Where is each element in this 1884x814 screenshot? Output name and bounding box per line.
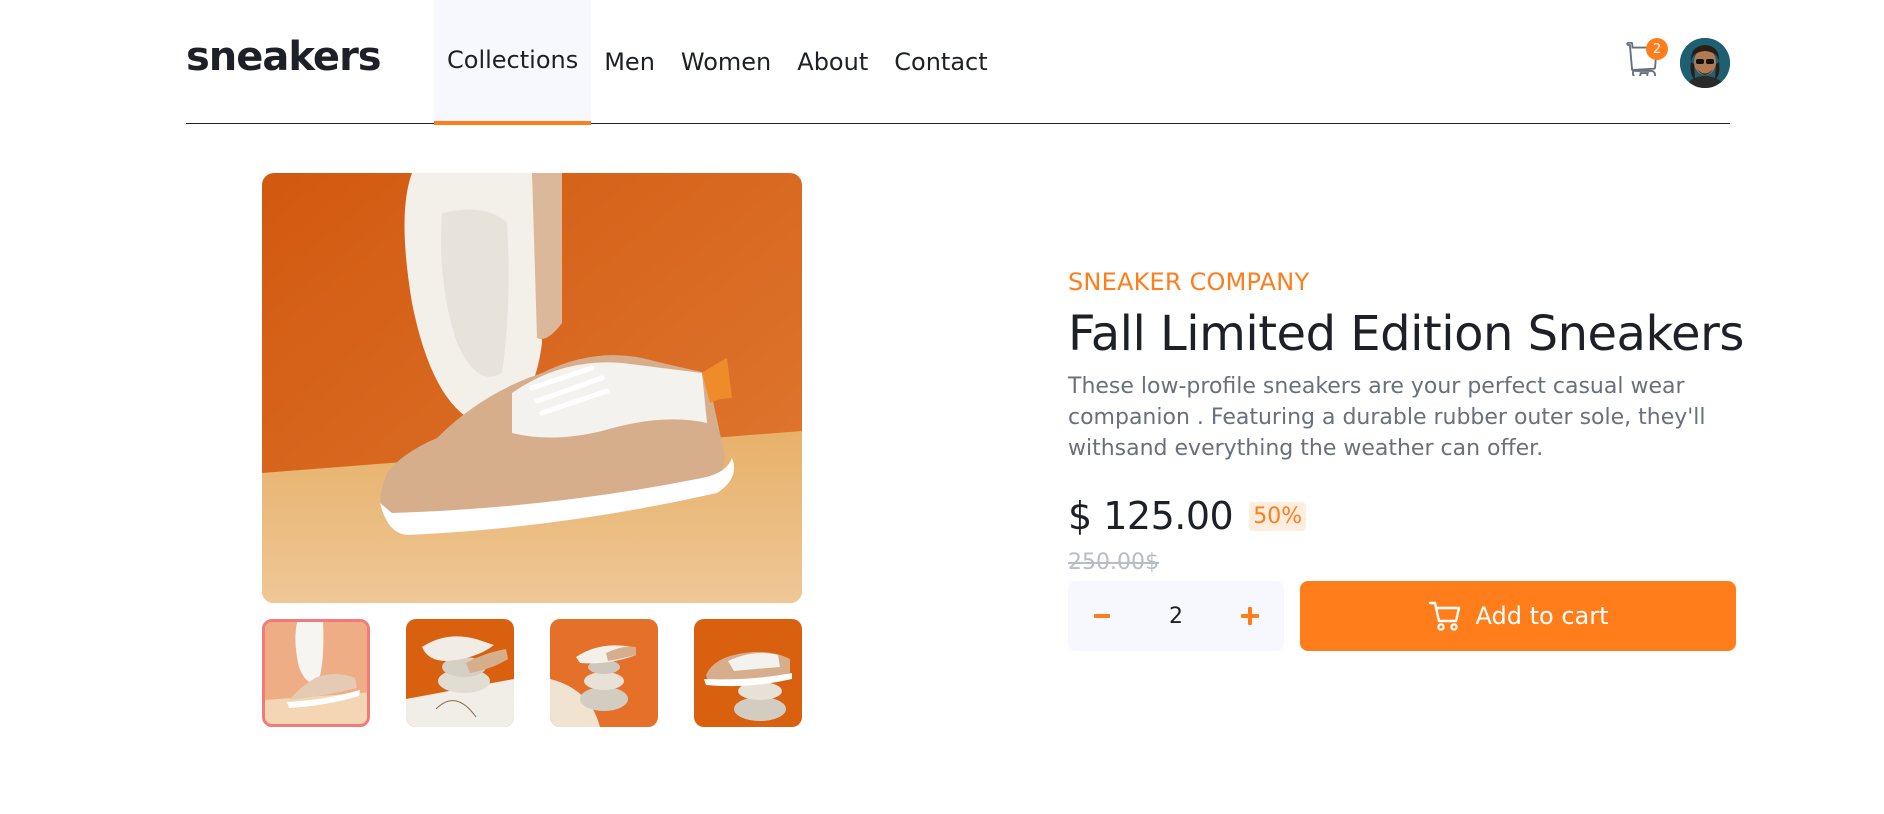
sneaker-photo [262,173,802,603]
quantity-value: 2 [1169,603,1183,629]
main-product-image[interactable] [262,173,802,603]
minus-icon [1094,613,1110,618]
logo[interactable]: sneakers [186,34,382,80]
nav-item-women[interactable]: Women [668,0,784,124]
main-nav: Collections Men Women About Contact [434,0,1001,125]
add-to-cart-button[interactable]: Add to cart [1300,581,1736,651]
thumbnail-image [265,622,367,724]
company-name: SNEAKER COMPANY [1068,268,1310,296]
thumbnail-2[interactable] [406,619,514,727]
increase-quantity-button[interactable] [1238,604,1262,628]
thumbnail-image [406,619,514,727]
site-header: sneakers Collections Men Women About Con… [186,0,1730,125]
user-avatar-image [1680,38,1730,88]
nav-item-men[interactable]: Men [591,0,668,124]
thumbnail-4[interactable] [694,619,802,727]
thumbnail-image [694,619,802,727]
quantity-stepper: 2 [1068,581,1284,651]
original-price: 250.00$ [1068,550,1159,575]
thumbnail-strip [262,619,802,727]
thumbnail-3[interactable] [550,619,658,727]
product-title: Fall Limited Edition Sneakers [1068,306,1744,362]
product-description: These low-profile sneakers are your perf… [1068,373,1706,461]
current-price: $ 125.00 [1068,494,1234,538]
plus-icon [1241,607,1259,625]
nav-item-contact[interactable]: Contact [881,0,1000,124]
nav-item-label: Men [604,48,655,76]
nav-item-label: Collections [447,46,579,74]
thumbnail-1[interactable] [262,619,370,727]
nav-item-collections[interactable]: Collections [434,0,592,125]
add-to-cart-label: Add to cart [1475,602,1609,630]
cart-icon [1428,601,1460,631]
cart-count-badge: 2 [1646,38,1668,60]
nav-item-label: About [797,48,869,76]
price-row: $ 125.00 50% [1068,494,1307,538]
nav-item-about[interactable]: About [784,0,881,124]
discount-badge: 50% [1249,501,1307,531]
product-details: SNEAKER COMPANY Fall Limited Edition Sne… [1068,268,1748,651]
nav-item-label: Contact [894,48,988,76]
cart-button[interactable]: 2 [1626,38,1668,80]
decrease-quantity-button[interactable] [1090,604,1114,628]
avatar[interactable] [1680,38,1730,88]
nav-item-label: Women [680,48,772,76]
thumbnail-image [550,619,658,727]
